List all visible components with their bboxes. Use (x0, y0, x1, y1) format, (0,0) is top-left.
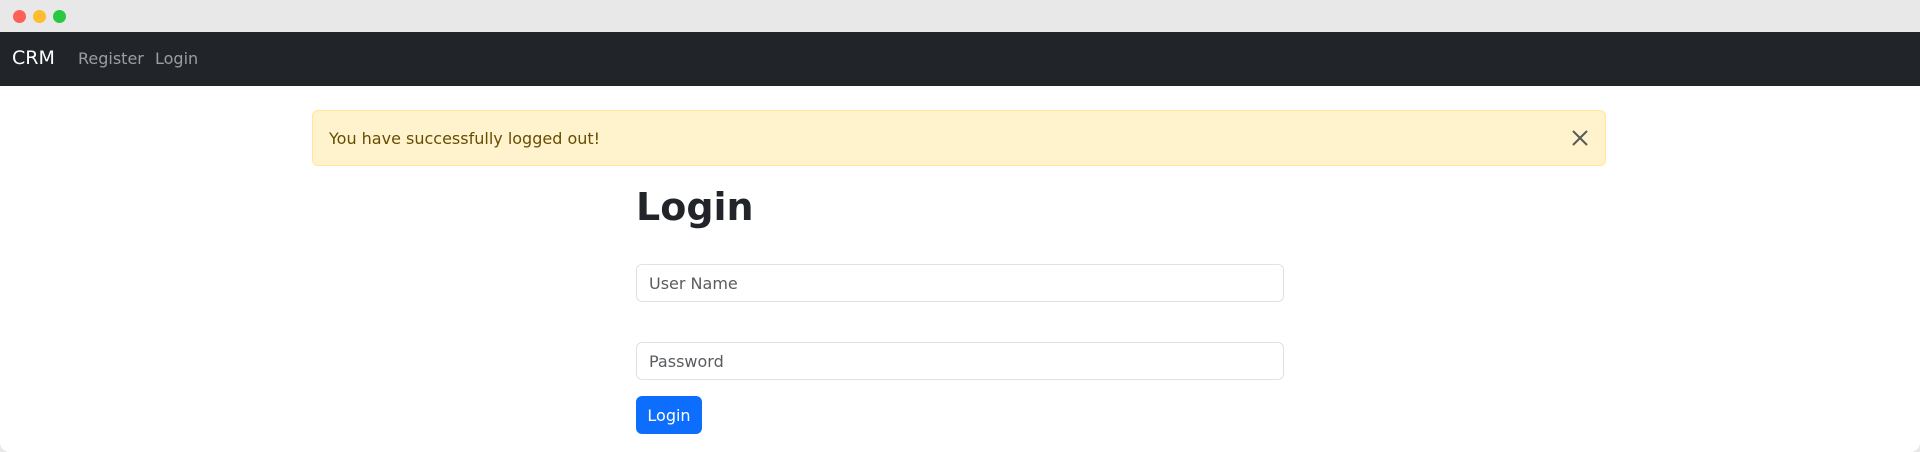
password-input[interactable] (636, 342, 1284, 380)
alert-message: You have successfully logged out! (329, 129, 601, 148)
close-icon[interactable] (1569, 127, 1591, 149)
login-button[interactable]: Login (636, 396, 702, 434)
nav-link-register[interactable]: Register (78, 48, 144, 70)
navbar-brand[interactable]: CRM (12, 46, 55, 70)
close-window-button[interactable] (13, 10, 26, 23)
maximize-window-button[interactable] (53, 10, 66, 23)
page-title: Login (636, 185, 754, 229)
nav-link-login[interactable]: Login (155, 48, 198, 70)
browser-window: CRM Register Login You have successfully… (0, 0, 1920, 452)
logout-alert: You have successfully logged out! (312, 110, 1606, 166)
username-input[interactable] (636, 264, 1284, 302)
minimize-window-button[interactable] (33, 10, 46, 23)
navbar: CRM Register Login (0, 32, 1920, 86)
window-titlebar (0, 0, 1920, 32)
